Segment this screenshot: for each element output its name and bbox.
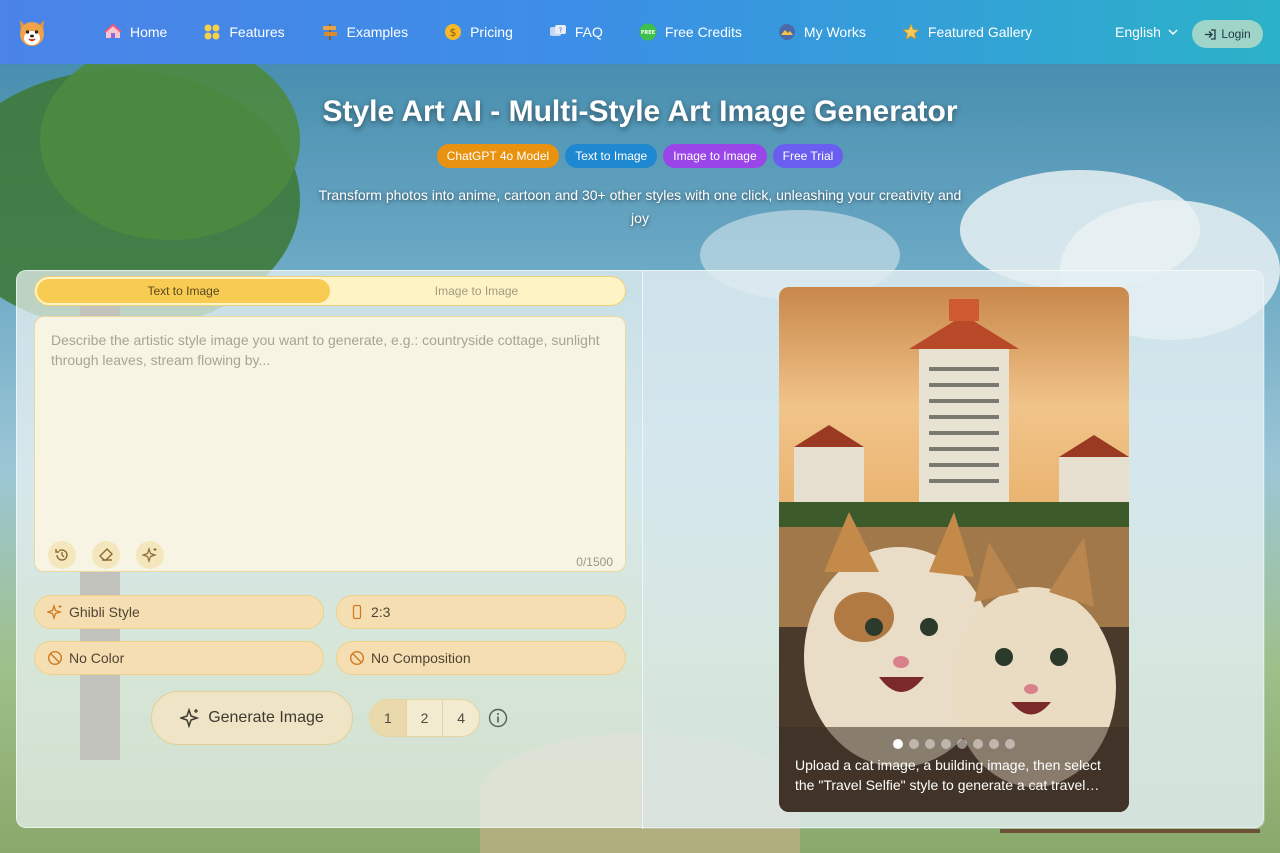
history-button[interactable] bbox=[48, 541, 76, 569]
svg-text:$: $ bbox=[450, 26, 457, 39]
free-icon: FREE bbox=[639, 23, 657, 41]
generate-image-button[interactable]: Generate Image bbox=[151, 691, 353, 745]
badge-free-trial: Free Trial bbox=[772, 144, 844, 168]
preview-area: Upload a cat image, a building image, th… bbox=[642, 271, 1265, 829]
login-button[interactable]: Login bbox=[1192, 20, 1263, 48]
style-value: Ghibli Style bbox=[69, 604, 140, 620]
style-select[interactable]: Ghibli Style bbox=[34, 595, 324, 629]
chevron-down-icon bbox=[1168, 29, 1178, 36]
carousel-dot[interactable] bbox=[941, 739, 951, 749]
example-carousel[interactable]: Upload a cat image, a building image, th… bbox=[779, 287, 1129, 812]
nav-item-label: Features bbox=[229, 24, 285, 40]
nav-item-label: Examples bbox=[346, 24, 409, 40]
info-icon[interactable] bbox=[488, 708, 508, 728]
login-icon bbox=[1205, 28, 1216, 40]
language-label: English bbox=[1115, 24, 1161, 40]
coin-icon: $ bbox=[444, 23, 462, 41]
prompt-input[interactable]: Describe the artistic style image you wa… bbox=[34, 316, 626, 572]
carousel-dot[interactable] bbox=[1005, 739, 1015, 749]
carousel-dot[interactable] bbox=[893, 739, 903, 749]
home-icon bbox=[104, 23, 122, 41]
color-select[interactable]: No Color bbox=[34, 641, 324, 675]
nav-item-home[interactable]: Home bbox=[104, 23, 167, 41]
sparkle-icon bbox=[47, 604, 63, 620]
nav-item-featured-gallery[interactable]: Featured Gallery bbox=[902, 23, 1032, 41]
badge-model: ChatGPT 4o Model bbox=[436, 144, 560, 168]
aspect-ratio-select[interactable]: 2:3 bbox=[336, 595, 626, 629]
nav-item-label: Featured Gallery bbox=[927, 24, 1033, 40]
nav-item-features[interactable]: Features bbox=[203, 23, 285, 41]
nav-menu: Home Features Examples $ Pricing ? FAQ F… bbox=[104, 0, 1068, 64]
composition-select[interactable]: No Composition bbox=[336, 641, 626, 675]
works-icon bbox=[778, 23, 796, 41]
features-icon bbox=[203, 23, 221, 41]
svg-text:FREE: FREE bbox=[641, 30, 656, 36]
prompt-placeholder: Describe the artistic style image you wa… bbox=[51, 332, 600, 368]
count-option-2[interactable]: 2 bbox=[405, 700, 443, 736]
carousel-dot[interactable] bbox=[925, 739, 935, 749]
nav-item-label: FAQ bbox=[574, 24, 603, 40]
generator-form: Text to Image Image to Image Describe th… bbox=[17, 271, 642, 829]
ban-icon bbox=[47, 650, 63, 666]
badge-image-to-image: Image to Image bbox=[663, 144, 767, 168]
page-title: Style Art AI - Multi-Style Art Image Gen… bbox=[322, 95, 958, 128]
nav-item-free-credits[interactable]: FREE Free Credits bbox=[639, 23, 742, 41]
eraser-icon bbox=[99, 548, 113, 561]
color-value: No Color bbox=[69, 650, 125, 666]
carousel-dot[interactable] bbox=[973, 739, 983, 749]
nav-item-label: Home bbox=[130, 24, 168, 40]
count-option-4[interactable]: 4 bbox=[442, 700, 479, 736]
login-label: Login bbox=[1221, 27, 1251, 41]
aspect-ratio-value: 2:3 bbox=[371, 604, 391, 620]
nav-item-label: My Works bbox=[803, 24, 866, 40]
char-counter: 0/1500 bbox=[576, 555, 613, 569]
nav-item-examples[interactable]: Examples bbox=[321, 23, 408, 41]
example-caption: Upload a cat image, a building image, th… bbox=[795, 757, 1101, 793]
generate-label: Generate Image bbox=[208, 709, 324, 726]
history-icon bbox=[55, 549, 68, 561]
corgi-logo[interactable] bbox=[16, 16, 48, 48]
image-count-selector: 1 2 4 bbox=[369, 699, 480, 737]
tab-image-to-image[interactable]: Image to Image bbox=[330, 279, 623, 303]
example-image bbox=[779, 287, 1129, 812]
badge-text-to-image: Text to Image bbox=[565, 144, 658, 168]
tab-text-to-image[interactable]: Text to Image bbox=[37, 279, 330, 303]
nav-item-faq[interactable]: ? FAQ bbox=[549, 23, 603, 41]
carousel-dot[interactable] bbox=[957, 739, 967, 749]
carousel-dot[interactable] bbox=[909, 739, 919, 749]
nav-item-my-works[interactable]: My Works bbox=[778, 23, 866, 41]
mode-tabs: Text to Image Image to Image bbox=[34, 276, 626, 306]
nav-item-label: Free Credits bbox=[664, 24, 742, 40]
top-nav: Home Features Examples $ Pricing ? FAQ F… bbox=[0, 0, 1280, 64]
faq-icon: ? bbox=[549, 23, 567, 41]
count-option-1[interactable]: 1 bbox=[370, 700, 406, 736]
feature-badges: ChatGPT 4o Model Text to Image Image to … bbox=[0, 144, 1280, 168]
generator-panel: Text to Image Image to Image Describe th… bbox=[16, 270, 1265, 829]
signpost-icon bbox=[321, 23, 339, 41]
nav-item-pricing[interactable]: $ Pricing bbox=[444, 23, 513, 41]
language-selector[interactable]: English bbox=[1115, 24, 1179, 40]
sparkle-icon bbox=[142, 547, 157, 563]
carousel-dot[interactable] bbox=[989, 739, 999, 749]
ban-icon bbox=[349, 650, 365, 666]
nav-item-label: Pricing bbox=[470, 24, 513, 40]
carousel-dots bbox=[893, 739, 1015, 749]
composition-value: No Composition bbox=[371, 650, 471, 666]
hero-subtitle: Transform photos into anime, cartoon and… bbox=[318, 187, 962, 226]
enhance-prompt-button[interactable] bbox=[136, 541, 164, 569]
phone-portrait-icon bbox=[352, 604, 362, 620]
clear-button[interactable] bbox=[92, 541, 120, 569]
sparkle-icon bbox=[180, 708, 200, 728]
svg-text:?: ? bbox=[559, 27, 563, 35]
star-icon bbox=[902, 23, 920, 41]
